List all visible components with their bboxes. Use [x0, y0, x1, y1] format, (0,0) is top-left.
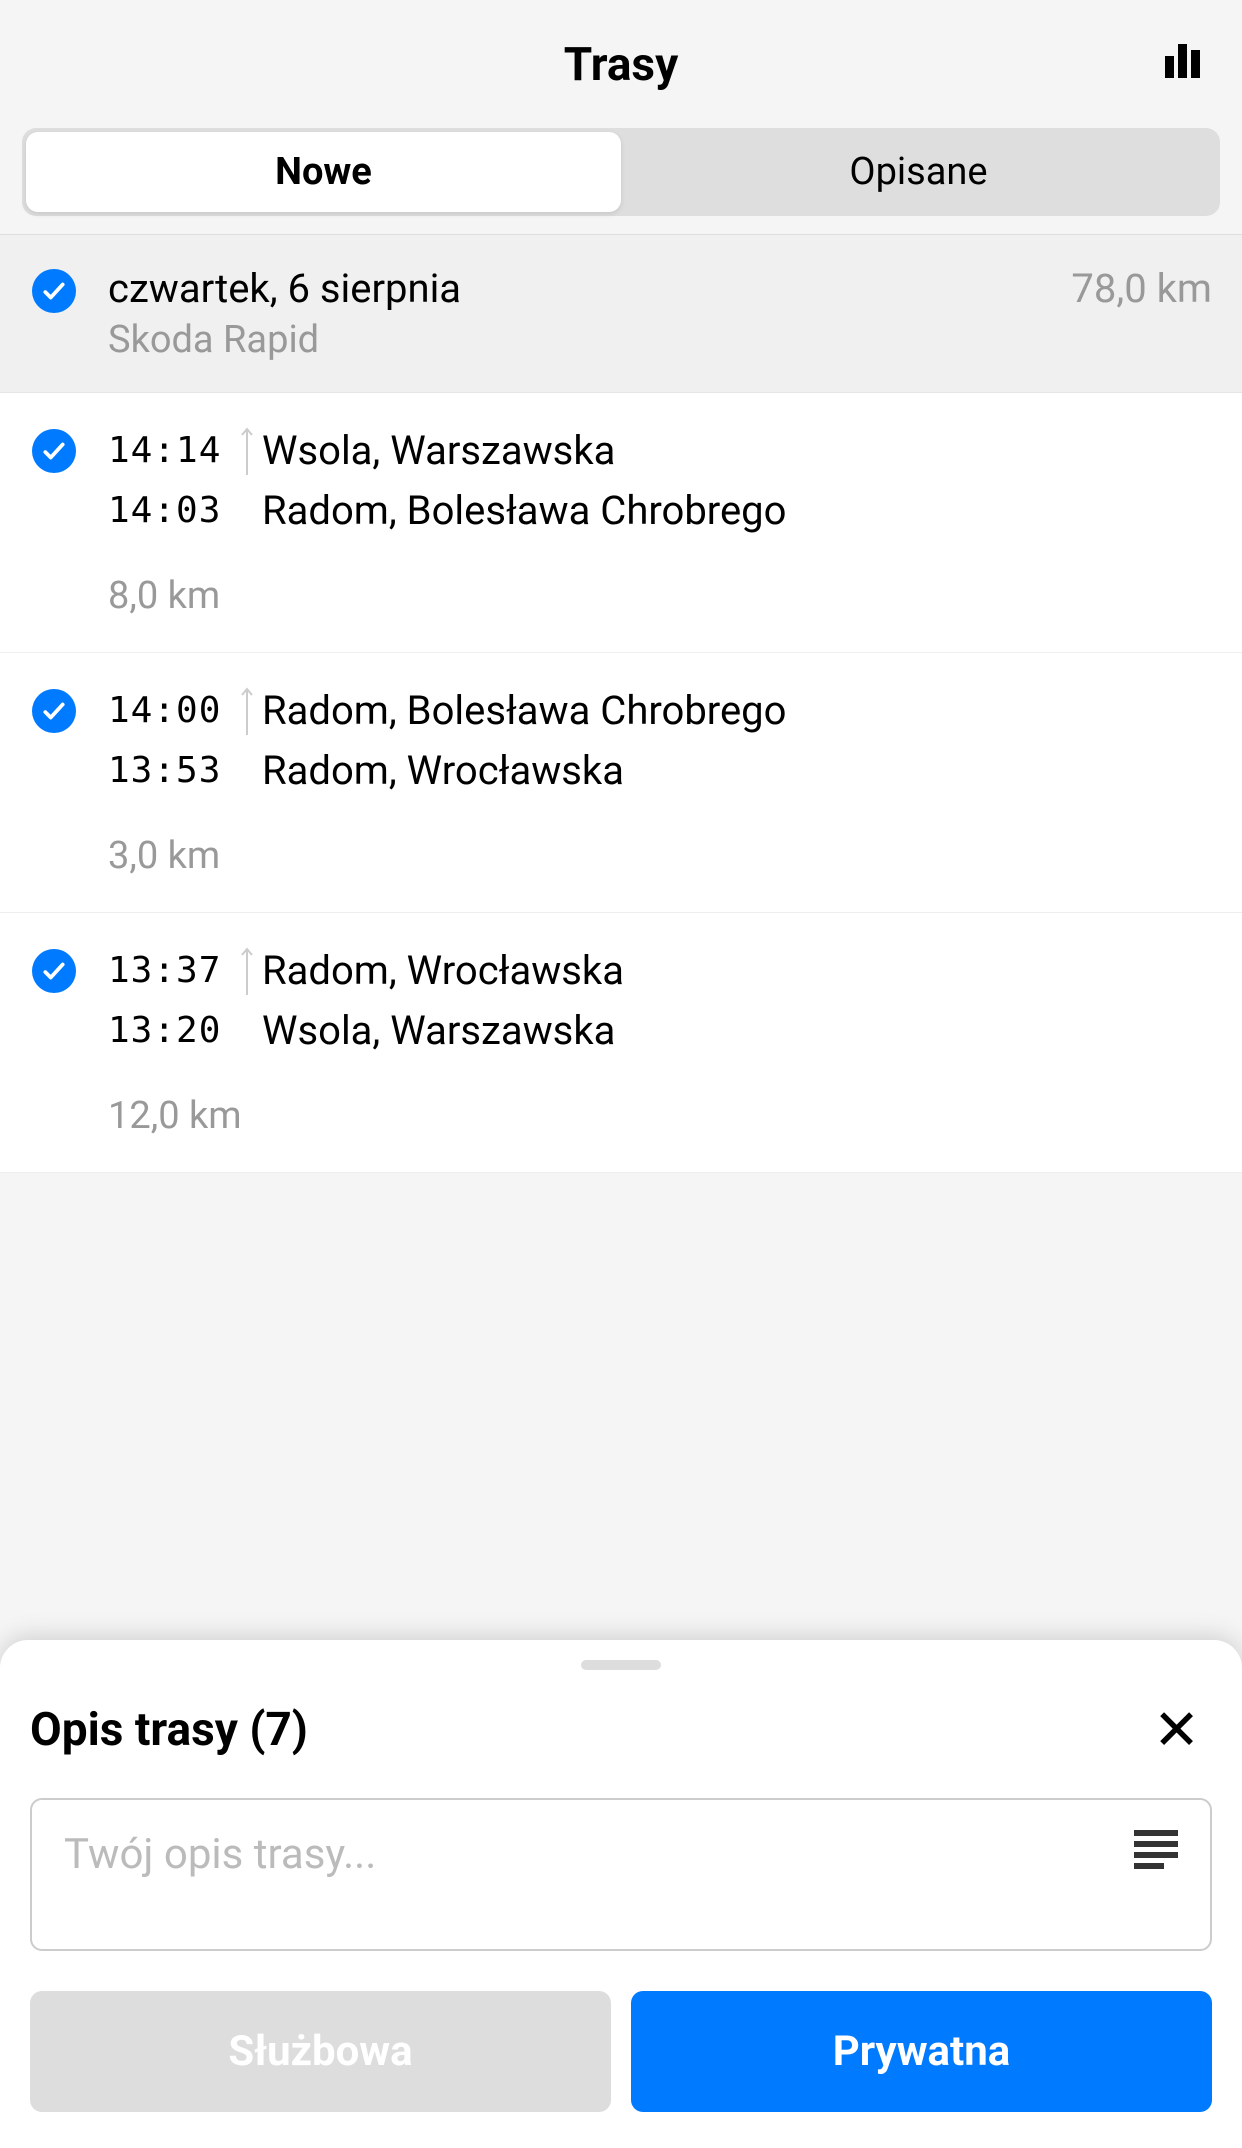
trip-end-place: Wsola, Warszawska [262, 427, 615, 474]
group-date: czwartek, 6 sierpnia [108, 265, 1071, 312]
tab-described[interactable]: Opisane [621, 132, 1216, 212]
trip-end-place: Radom, Bolesława Chrobrego [262, 687, 786, 734]
group-distance: 78,0 km [1071, 265, 1212, 312]
close-icon[interactable]: ✕ [1141, 1698, 1212, 1762]
trip-row[interactable]: 14:00 Radom, Bolesława Chrobrego 13:53 R… [0, 653, 1242, 913]
drag-handle[interactable] [581, 1660, 661, 1670]
trip-distance: 8,0 km [108, 574, 1212, 618]
group-vehicle: Skoda Rapid [108, 318, 1071, 362]
trip-start-place: Radom, Wrocławska [262, 747, 624, 794]
trip-start-time: 14:03 [108, 490, 232, 531]
trip-start-place: Wsola, Warszawska [262, 1007, 615, 1054]
arrow-up-icon [232, 685, 262, 735]
arrow-up-icon [232, 945, 262, 995]
trip-end-time: 14:14 [108, 430, 232, 471]
text-lines-icon[interactable] [1134, 1830, 1178, 1869]
trip-distance: 3,0 km [108, 834, 1212, 878]
page-title: Trasy [564, 38, 678, 92]
trip-end-time: 14:00 [108, 690, 232, 731]
description-input[interactable]: Twój opis trasy... [30, 1798, 1212, 1951]
trip-start-place: Radom, Bolesława Chrobrego [262, 487, 786, 534]
bottom-sheet: Opis trasy (7) ✕ Twój opis trasy... Służ… [0, 1640, 1242, 2148]
trip-row[interactable]: 14:14 Wsola, Warszawska 14:03 Radom, Bol… [0, 393, 1242, 653]
segmented-control: Nowe Opisane [22, 128, 1220, 216]
check-icon[interactable] [32, 269, 76, 313]
check-icon[interactable] [32, 689, 76, 733]
arrow-up-icon [232, 425, 262, 475]
tab-new[interactable]: Nowe [26, 132, 621, 212]
private-button[interactable]: Prywatna [631, 1991, 1212, 2112]
trip-start-time: 13:20 [108, 1010, 232, 1051]
check-icon[interactable] [32, 429, 76, 473]
business-button[interactable]: Służbowa [30, 1991, 611, 2112]
bar-chart-icon[interactable] [1165, 38, 1200, 78]
day-group-header[interactable]: czwartek, 6 sierpnia Skoda Rapid 78,0 km [0, 235, 1242, 393]
trip-list: czwartek, 6 sierpnia Skoda Rapid 78,0 km… [0, 234, 1242, 1173]
trip-end-place: Radom, Wrocławska [262, 947, 624, 994]
trip-distance: 12,0 km [108, 1094, 1212, 1138]
trip-row[interactable]: 13:37 Radom, Wrocławska 13:20 Wsola, War… [0, 913, 1242, 1173]
trip-start-time: 13:53 [108, 750, 232, 791]
input-placeholder: Twój opis trasy... [64, 1830, 376, 1879]
trip-end-time: 13:37 [108, 950, 232, 991]
check-icon[interactable] [32, 949, 76, 993]
sheet-title: Opis trasy (7) [30, 1703, 308, 1757]
